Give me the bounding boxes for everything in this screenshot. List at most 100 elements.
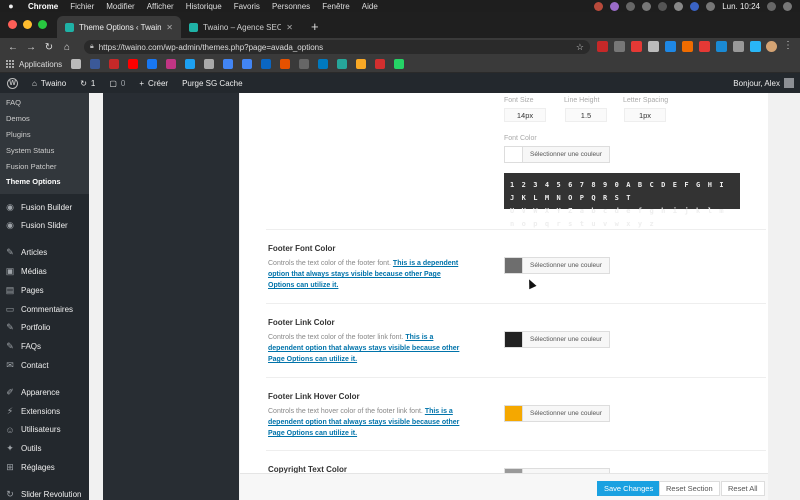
extension-icon[interactable] <box>597 41 608 52</box>
letter-spacing-input[interactable]: 1px <box>624 108 666 122</box>
extension-icon[interactable] <box>733 41 744 52</box>
list-icon[interactable] <box>783 1 792 11</box>
menu-aide[interactable]: Aide <box>356 2 384 11</box>
sidebar-item-fusion-slider[interactable]: ◉ Fusion Slider <box>0 217 89 236</box>
bookmark-apps[interactable]: Applications <box>6 59 62 69</box>
menu-personnes[interactable]: Personnes <box>266 2 316 11</box>
apple-icon[interactable]: ● <box>0 1 22 11</box>
sidebar-item-utilisateurs[interactable]: ☺ Utilisateurs <box>0 421 89 440</box>
zoom-window-icon[interactable] <box>38 20 47 29</box>
cloud-icon[interactable] <box>642 1 652 11</box>
bookmark-icon[interactable] <box>90 59 101 69</box>
bookmark-icon[interactable] <box>375 59 386 69</box>
bookmark-icon[interactable] <box>337 59 348 69</box>
footer-link-color-picker[interactable]: Sélectionner une couleur <box>504 331 610 348</box>
status-app-icon[interactable] <box>610 1 620 11</box>
extension-icon[interactable] <box>665 41 676 52</box>
flag-icon[interactable] <box>690 1 700 11</box>
extension-icon[interactable] <box>614 41 625 52</box>
bookmark-icon[interactable] <box>299 59 310 69</box>
sidebar-item-medias[interactable]: ▣ Médias <box>0 262 89 281</box>
updates-link[interactable]: ↻ 1 <box>73 79 102 88</box>
extension-icon[interactable] <box>648 41 659 52</box>
footer-font-color-picker[interactable]: Sélectionner une couleur <box>504 257 610 274</box>
select-color-button[interactable]: Sélectionner une couleur <box>522 147 609 162</box>
extension-icon[interactable] <box>716 41 727 52</box>
close-tab-icon[interactable]: ✕ <box>166 23 173 32</box>
purge-cache-link[interactable]: Purge SG Cache <box>175 79 249 88</box>
youtube-icon[interactable] <box>128 59 139 69</box>
clock[interactable]: Lun. 10:24 <box>722 2 760 11</box>
menu-favoris[interactable]: Favoris <box>228 2 266 11</box>
sidebar-item-contact[interactable]: ✉ Contact <box>0 356 89 375</box>
extension-icon[interactable] <box>682 41 693 52</box>
new-content-link[interactable]: + Créer <box>132 79 175 88</box>
font-size-input[interactable]: 14px <box>504 108 546 122</box>
minimize-window-icon[interactable] <box>23 20 32 29</box>
select-color-button[interactable]: Sélectionner une couleur <box>522 332 609 347</box>
instagram-icon[interactable] <box>166 59 177 69</box>
reset-section-button[interactable]: Reset Section <box>659 481 720 496</box>
tab-theme-options[interactable]: Theme Options ‹ Twaino — W ✕ <box>57 16 181 38</box>
tab-twaino-seo[interactable]: Twaino – Agence SEO ✕ <box>181 16 301 38</box>
status-app-icon[interactable] <box>594 1 604 11</box>
close-tab-icon[interactable]: ✕ <box>286 23 293 32</box>
bookmark-icon[interactable] <box>280 59 291 69</box>
home-icon[interactable]: ⌂ <box>58 42 76 53</box>
sidebar-item-fusion-patcher[interactable]: Fusion Patcher <box>0 158 89 174</box>
sidebar-item-theme-options[interactable]: Theme Options <box>0 174 89 190</box>
back-icon[interactable]: ← <box>4 42 22 53</box>
more-menu-icon[interactable]: ⋮ <box>783 40 793 51</box>
sidebar-item-portfolio[interactable]: ✎ Portfolio <box>0 319 89 338</box>
save-changes-button[interactable]: Save Changes <box>597 481 661 496</box>
forward-icon[interactable]: → <box>22 42 40 53</box>
comments-link[interactable]: ▢ 0 <box>102 79 132 88</box>
linkedin-icon[interactable] <box>261 59 272 69</box>
sidebar-item-outils[interactable]: ✦ Outils <box>0 439 89 458</box>
sidebar-item-plugins[interactable]: Plugins <box>0 127 89 143</box>
bookmark-icon[interactable] <box>204 59 215 69</box>
sidebar-item-apparence[interactable]: ✐ Apparence <box>0 383 89 402</box>
sidebar-item-commentaires[interactable]: ▭ Commentaires <box>0 300 89 319</box>
sidebar-item-faqs[interactable]: ✎ FAQs <box>0 337 89 356</box>
bookmark-icon[interactable] <box>242 59 253 69</box>
reload-icon[interactable]: ↻ <box>40 42 58 53</box>
sidebar-item-slider-revolution[interactable]: ↻ Slider Revolution <box>0 485 89 500</box>
twitter-icon[interactable] <box>185 59 196 69</box>
wp-logo-menu[interactable]: W <box>0 77 25 89</box>
menu-fichier[interactable]: Fichier <box>64 2 100 11</box>
sidebar-item-pages[interactable]: ▤ Pages <box>0 281 89 300</box>
extension-icon[interactable] <box>699 41 710 52</box>
wifi-icon[interactable] <box>674 1 684 11</box>
menu-afficher[interactable]: Afficher <box>141 2 180 11</box>
menu-modifier[interactable]: Modifier <box>100 2 140 11</box>
font-color-picker[interactable]: Sélectionner une couleur <box>504 146 610 163</box>
time-machine-icon[interactable] <box>658 1 668 11</box>
sidebar-item-fusion-builder[interactable]: ◉ Fusion Builder <box>0 198 89 217</box>
extension-icon[interactable] <box>750 41 761 52</box>
sidebar-item-system-status[interactable]: System Status <box>0 142 89 158</box>
sidebar-item-demos[interactable]: Demos <box>0 111 89 127</box>
bookmark-star-icon[interactable]: ☆ <box>576 42 584 53</box>
menu-historique[interactable]: Historique <box>180 2 228 11</box>
menu-fenetre[interactable]: Fenêtre <box>316 2 356 11</box>
trello-icon[interactable] <box>318 59 329 69</box>
sidebar-item-extensions[interactable]: ⚡︎ Extensions <box>0 402 89 421</box>
status-app-icon[interactable] <box>626 1 636 11</box>
lock-icon[interactable]: 🔒︎ <box>90 43 94 51</box>
close-window-icon[interactable] <box>8 20 17 29</box>
extension-icon[interactable] <box>631 41 642 52</box>
new-tab-icon[interactable]: + <box>301 19 329 38</box>
menu-chrome[interactable]: Chrome <box>22 2 64 11</box>
select-color-button[interactable]: Sélectionner une couleur <box>522 258 609 273</box>
site-name-link[interactable]: ⌂ Twaino <box>25 79 73 88</box>
line-height-input[interactable]: 1.5 <box>565 108 607 122</box>
select-color-button[interactable]: Sélectionner une couleur <box>522 406 609 421</box>
sidebar-item-reglages[interactable]: ⊞ Réglages <box>0 458 89 477</box>
footer-link-hover-color-picker[interactable]: Sélectionner une couleur <box>504 405 610 422</box>
spotlight-icon[interactable] <box>767 1 776 11</box>
bookmark-icon[interactable] <box>71 59 82 69</box>
account-menu[interactable]: Bonjour, Alex <box>733 78 800 88</box>
bookmark-icon[interactable] <box>109 59 120 69</box>
google-icon[interactable] <box>223 59 234 69</box>
